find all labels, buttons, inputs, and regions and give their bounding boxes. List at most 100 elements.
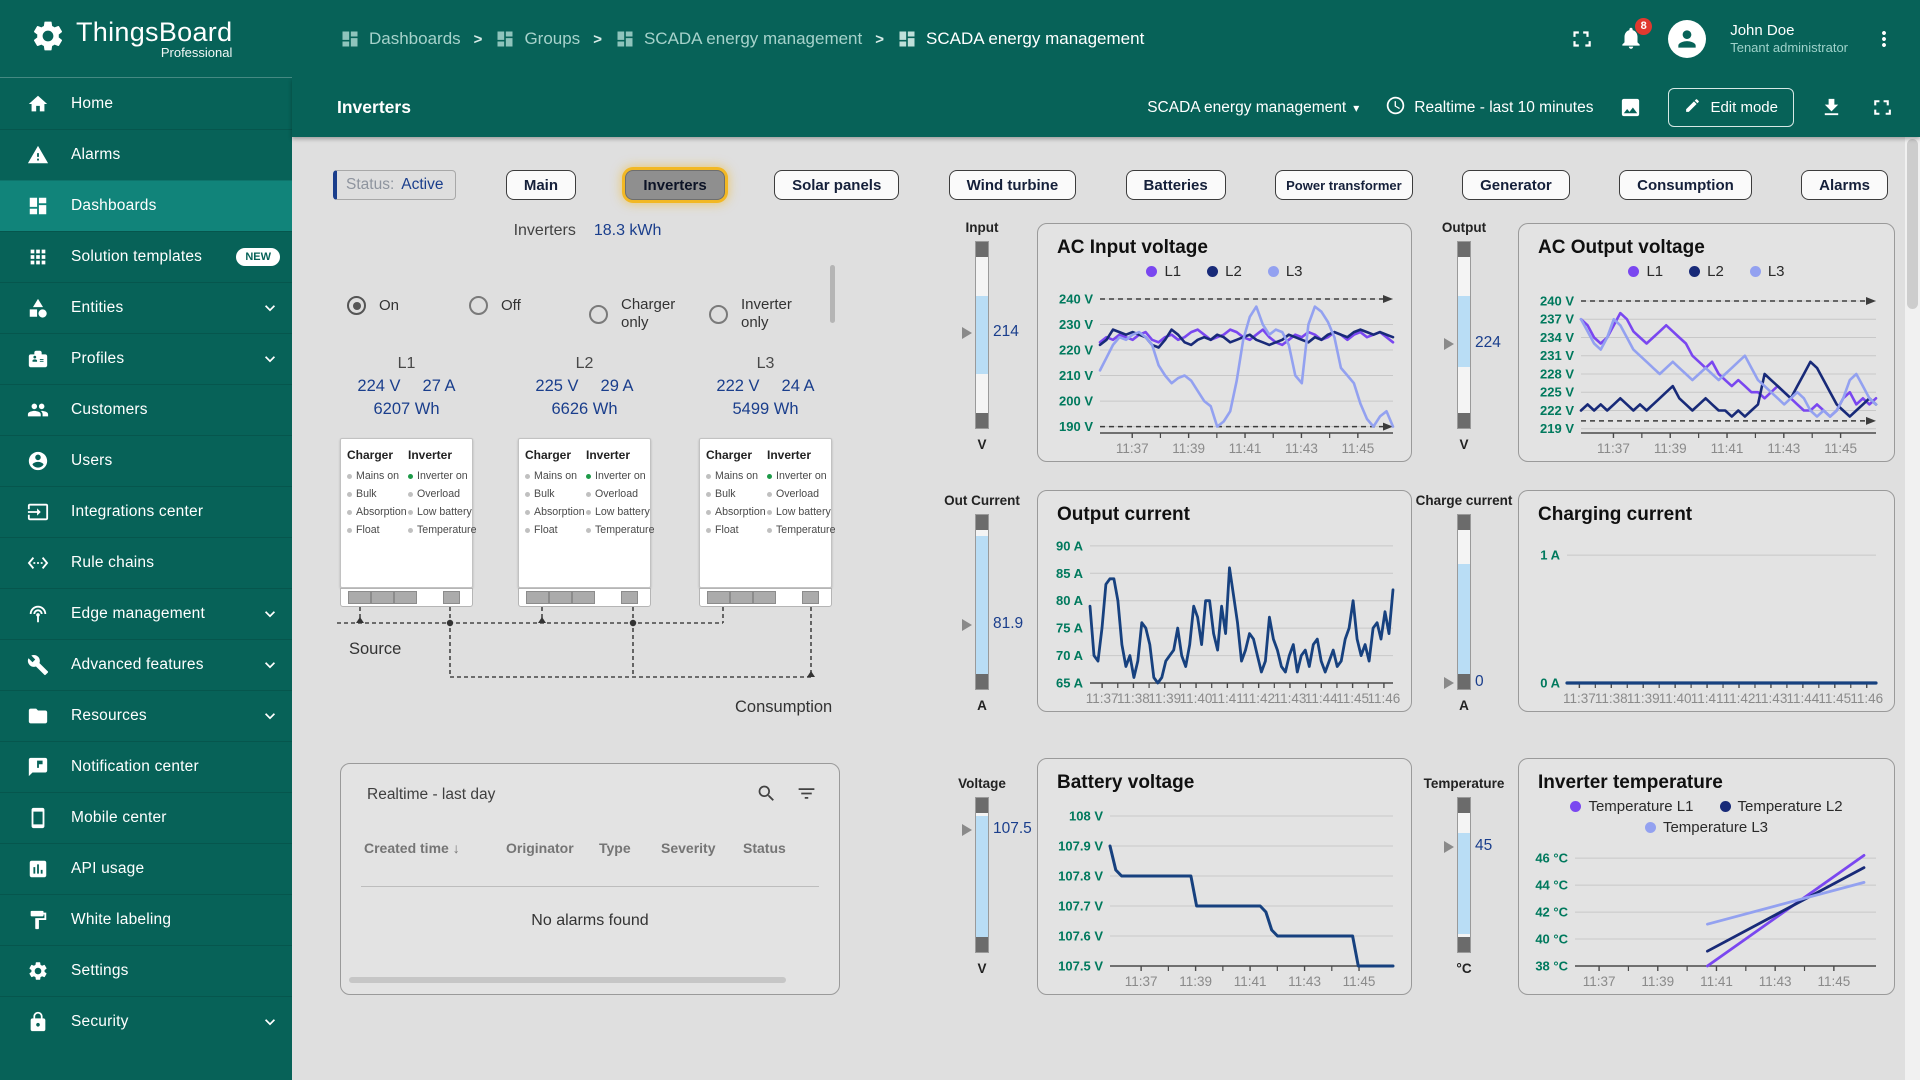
alarms-timewindow[interactable]: Realtime - last day <box>367 786 495 804</box>
breadcrumb-item-scada-energy-management[interactable]: SCADA energy management <box>897 29 1144 49</box>
state-button-power-transformer[interactable]: Power transformer <box>1275 170 1413 200</box>
svg-text:11:41: 11:41 <box>1691 691 1724 706</box>
brand-logo[interactable]: ThingsBoard Professional <box>0 0 292 78</box>
legend-item[interactable]: L3 <box>1268 263 1303 280</box>
sidebar-item-api-usage[interactable]: API usage <box>0 843 292 894</box>
sidebar-item-customers[interactable]: Customers <box>0 384 292 435</box>
svg-text:11:40: 11:40 <box>1659 691 1692 706</box>
notifications-badge: 8 <box>1635 18 1652 35</box>
state-button-consumption[interactable]: Consumption <box>1619 170 1752 200</box>
sidebar-item-security[interactable]: Security <box>0 996 292 1047</box>
download-button[interactable] <box>1820 96 1843 119</box>
alarms-column-created-time[interactable]: Created time ↓ <box>364 840 460 856</box>
legend-item[interactable]: L2 <box>1207 263 1242 280</box>
chevron-down-icon <box>260 655 280 675</box>
entity-selector-label: SCADA energy management <box>1147 99 1346 117</box>
state-button-wind-turbine[interactable]: Wind turbine <box>949 170 1077 200</box>
sidebar-item-alarms[interactable]: Alarms <box>0 129 292 180</box>
state-button-inverters[interactable]: Inverters <box>625 170 724 200</box>
alarms-filter-button[interactable] <box>796 783 817 804</box>
legend-dot-icon <box>1720 801 1731 812</box>
legend-item[interactable]: L3 <box>1750 263 1785 280</box>
legend-item[interactable]: Temperature L1 <box>1570 798 1693 815</box>
alarms-column-severity[interactable]: Severity <box>661 840 715 856</box>
fullscreen-icon <box>1869 95 1894 120</box>
state-button-main[interactable]: Main <box>506 170 576 200</box>
gauge-cap-top <box>1458 242 1470 257</box>
timewindow-button[interactable]: Realtime - last 10 minutes <box>1385 95 1593 121</box>
clock-icon <box>1385 95 1406 121</box>
sidebar-item-rule-chains[interactable]: Rule chains <box>0 537 292 588</box>
notifications-button[interactable]: 8 <box>1618 25 1644 54</box>
gauge-label: Temperature <box>1424 776 1505 791</box>
status-dot <box>767 492 772 497</box>
phase-energy: 6207 Wh <box>340 400 473 419</box>
inverter-card-l1[interactable]: ChargerMains onBulkAbsorptionFloatInvert… <box>340 438 473 588</box>
sidebar-item-home[interactable]: Home <box>0 78 292 129</box>
fullscreen-button[interactable] <box>1568 26 1594 52</box>
legend-item[interactable]: L1 <box>1628 263 1663 280</box>
sidebar-item-dashboards[interactable]: Dashboards <box>0 180 292 231</box>
alarms-column-status[interactable]: Status <box>743 840 786 856</box>
sidebar-item-edge-management[interactable]: Edge management <box>0 588 292 639</box>
sidebar-item-profiles[interactable]: Profiles <box>0 333 292 384</box>
phase-voltage: 225 V <box>535 377 578 396</box>
terminal-strip <box>340 588 473 607</box>
gauge-out-current: Out Current81.9A <box>944 493 1020 713</box>
legend-item[interactable]: L1 <box>1146 263 1181 280</box>
entity-selector[interactable]: SCADA energy management ▾ <box>1147 99 1359 117</box>
sidebar-item-resources[interactable]: Resources <box>0 690 292 741</box>
state-button-generator[interactable]: Generator <box>1462 170 1570 200</box>
inverters-scada-widget: Inverters 18.3 kWh OnOffCharger onlyInve… <box>337 210 838 745</box>
legend-item[interactable]: Temperature L3 <box>1645 819 1768 836</box>
edit-mode-button[interactable]: Edit mode <box>1668 88 1794 127</box>
sidebar-item-solution-templates[interactable]: Solution templatesNEW <box>0 231 292 282</box>
inverter-card-l3[interactable]: ChargerMains onBulkAbsorptionFloatInvert… <box>699 438 832 588</box>
clock-icon <box>1385 95 1406 116</box>
inverter-card-l2[interactable]: ChargerMains onBulkAbsorptionFloatInvert… <box>518 438 651 588</box>
sidebar-item-label: Entities <box>71 299 123 317</box>
sidebar-item-label: Resources <box>71 707 147 725</box>
phase-name: L2 <box>518 355 651 373</box>
sidebar-item-mobile-center[interactable]: Mobile center <box>0 792 292 843</box>
alarms-h-scrollbar[interactable] <box>349 977 786 983</box>
legend-item[interactable]: Temperature L2 <box>1720 798 1843 815</box>
breadcrumb-item-groups[interactable]: Groups <box>495 29 580 49</box>
breadcrumb-item-scada-energy-management[interactable]: SCADA energy management <box>615 29 862 49</box>
chart-plot: 90 A85 A80 A75 A70 A65 A11:3711:3811:391… <box>1038 526 1411 711</box>
sidebar-item-notification-center[interactable]: Notification center <box>0 741 292 792</box>
chart-output-current: Output current90 A85 A80 A75 A70 A65 A11… <box>1037 490 1412 712</box>
alarms-search-button[interactable] <box>756 783 777 804</box>
mode-radio-on[interactable]: On <box>347 296 399 315</box>
state-button-alarms[interactable]: Alarms <box>1801 170 1888 200</box>
sidebar-item-settings[interactable]: Settings <box>0 945 292 996</box>
sidebar-item-users[interactable]: Users <box>0 435 292 486</box>
sidebar-item-label: Edge management <box>71 605 205 623</box>
mode-radio-inverter-only[interactable]: Inverter only <box>709 296 813 332</box>
sidebar-item-entities[interactable]: Entities <box>0 282 292 333</box>
scada-scrollbar[interactable] <box>830 265 835 323</box>
user-info[interactable]: John Doe Tenant administrator <box>1730 22 1848 57</box>
mode-radio-off[interactable]: Off <box>469 296 521 315</box>
input-icon <box>27 501 49 523</box>
avatar[interactable] <box>1668 20 1706 58</box>
status-dot <box>525 474 530 479</box>
legend-item[interactable]: L2 <box>1689 263 1724 280</box>
content-scrollbar[interactable] <box>1905 137 1920 1080</box>
alarms-column-originator[interactable]: Originator <box>506 840 574 856</box>
mode-radio-charger-only[interactable]: Charger only <box>589 296 693 332</box>
dashboard-image-button[interactable] <box>1619 96 1642 119</box>
expand-button[interactable] <box>1869 95 1894 120</box>
svg-text:11:43: 11:43 <box>1759 974 1792 989</box>
state-button-batteries[interactable]: Batteries <box>1126 170 1226 200</box>
state-button-solar-panels[interactable]: Solar panels <box>774 170 899 200</box>
breadcrumb-item-dashboards[interactable]: Dashboards <box>340 29 461 49</box>
scada-energy-total: 18.3 kWh <box>594 222 662 240</box>
sidebar-item-integrations-center[interactable]: Integrations center <box>0 486 292 537</box>
alarms-column-type[interactable]: Type <box>599 840 631 856</box>
sidebar-item-label: Notification center <box>71 758 199 776</box>
sidebar-item-advanced-features[interactable]: Advanced features <box>0 639 292 690</box>
sidebar-item-white-labeling[interactable]: White labeling <box>0 894 292 945</box>
kebab-menu-button[interactable] <box>1872 27 1896 51</box>
gauge-output: Output224V <box>1426 220 1502 452</box>
